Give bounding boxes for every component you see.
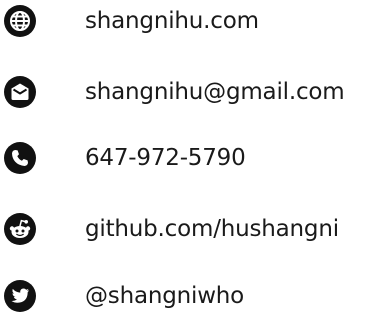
email-text: shangnihu@gmail.com [85,79,345,105]
website-link[interactable]: shangnihu.com [0,0,383,50]
email-link[interactable]: shangnihu@gmail.com [0,71,383,121]
github-link[interactable]: github.com/hushangni [0,208,383,258]
contact-list: shangnihu.com shangnihu@gmail.com 647-97… [0,0,383,322]
twitter-text: @shangniwho [85,283,245,309]
phone-text: 647-972-5790 [85,145,246,171]
website-text: shangnihu.com [85,8,259,34]
phone-icon [4,142,36,174]
envelope-icon [4,76,36,108]
github-text: github.com/hushangni [85,216,339,242]
globe-icon [4,5,36,37]
reddit-alien-icon [4,213,36,245]
twitter-bird-icon [4,280,36,312]
twitter-link[interactable]: @shangniwho [0,275,383,325]
phone-link[interactable]: 647-972-5790 [0,137,383,187]
